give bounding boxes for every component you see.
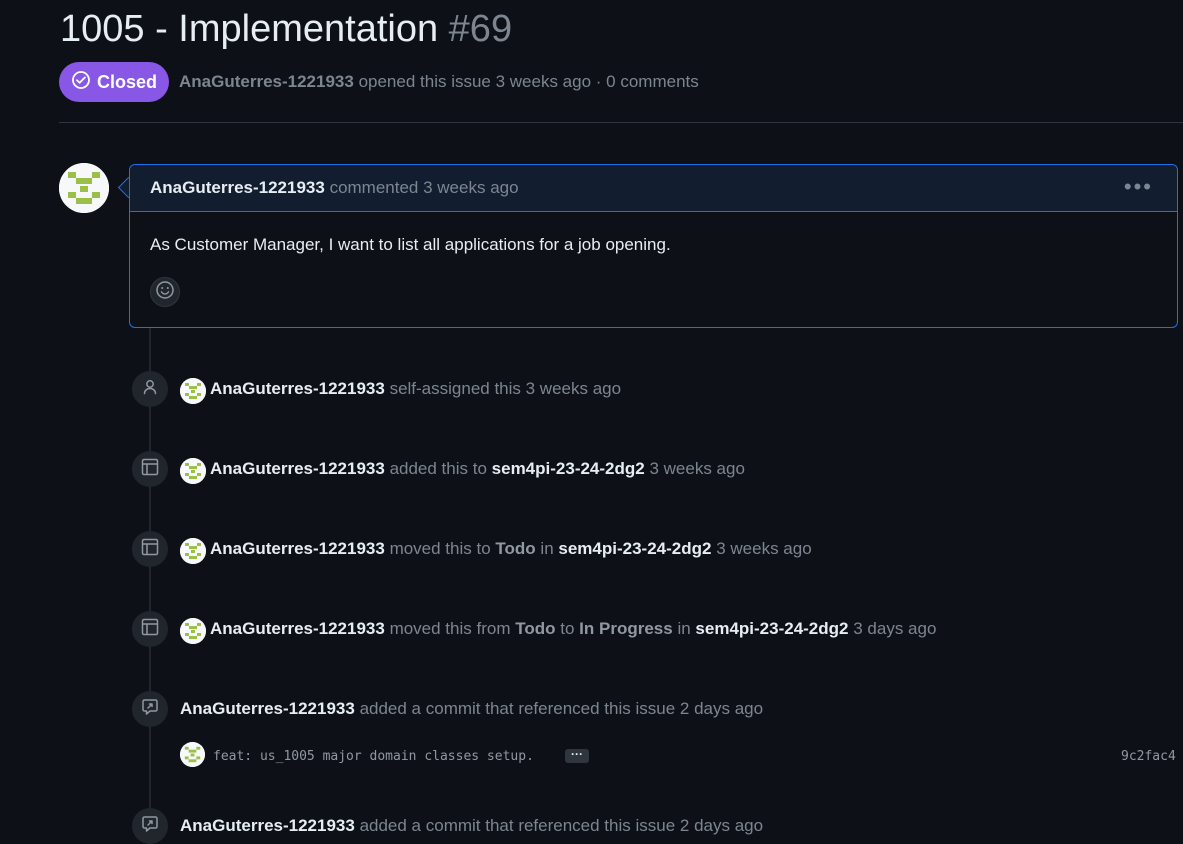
event-user-link[interactable]: AnaGuterres-1221933 [210, 539, 385, 558]
event-time[interactable]: 3 weeks ago [649, 459, 744, 478]
timeline-event-added-to-project: AnaGuterres-1221933 added this to sem4pi… [210, 459, 745, 479]
column-name-to: In Progress [579, 619, 673, 638]
event-user-link[interactable]: AnaGuterres-1221933 [180, 699, 355, 718]
event-user-link[interactable]: AnaGuterres-1221933 [210, 459, 385, 478]
timeline-event-commit-referenced: AnaGuterres-1221933 added a commit that … [180, 816, 763, 836]
header-divider [59, 122, 1183, 123]
comment-author-link[interactable]: AnaGuterres-1221933 [150, 178, 325, 197]
add-reaction-button[interactable] [150, 277, 180, 307]
commit-sha-link[interactable]: 9c2fac4 [1121, 749, 1176, 764]
cross-reference-icon [141, 815, 159, 838]
event-avatar[interactable] [180, 538, 206, 564]
project-table-icon [141, 618, 159, 641]
event-avatar[interactable] [180, 458, 206, 484]
issue-author-link[interactable]: AnaGuterres-1221933 [179, 72, 354, 91]
comment-action[interactable]: commented 3 weeks ago [330, 178, 519, 197]
event-text: self-assigned this 3 weeks ago [389, 379, 622, 398]
timeline-event-moved-to-in-progress: AnaGuterres-1221933 moved this from Todo… [210, 619, 936, 639]
timeline-badge [132, 691, 168, 727]
timeline-badge [132, 531, 168, 567]
event-time[interactable]: 3 weeks ago [716, 539, 811, 558]
project-table-icon [141, 458, 159, 481]
event-time[interactable]: 3 days ago [853, 619, 936, 638]
event-text-in: in [540, 539, 554, 558]
issue-meta-text: opened this issue 3 weeks ago · 0 commen… [358, 72, 699, 91]
cross-reference-icon [141, 698, 159, 721]
event-text: moved this from [389, 619, 511, 638]
issue-meta: AnaGuterres-1221933 opened this issue 3 … [179, 72, 699, 92]
project-link[interactable]: sem4pi-23-24-2dg2 [558, 539, 711, 558]
comment-author-avatar[interactable] [59, 163, 109, 213]
timeline-badge [132, 808, 168, 844]
commit-message[interactable]: feat: us_1005 major domain classes setup… [213, 749, 534, 764]
column-name: Todo [495, 539, 536, 558]
issue-state-label: Closed [96, 71, 157, 92]
comment-header: AnaGuterres-1221933 commented 3 weeks ag… [130, 165, 1177, 212]
issue-title: 1005 - Implementation #69 [60, 6, 512, 52]
issue-state-badge: Closed [59, 62, 169, 102]
column-name-from: Todo [515, 619, 556, 638]
comment-author-line: AnaGuterres-1221933 commented 3 weeks ag… [150, 178, 519, 198]
timeline-badge [132, 611, 168, 647]
comment-options-button[interactable]: ••• [1124, 176, 1153, 198]
timeline-event-commit-referenced: AnaGuterres-1221933 added a commit that … [180, 699, 763, 719]
event-user-link[interactable]: AnaGuterres-1221933 [180, 816, 355, 835]
project-table-icon [141, 538, 159, 561]
comment-box: AnaGuterres-1221933 commented 3 weeks ag… [129, 164, 1178, 328]
person-icon [141, 378, 159, 401]
event-text: added a commit that referenced this issu… [359, 816, 764, 835]
event-avatar[interactable] [180, 378, 206, 404]
timeline-event-moved-to-todo: AnaGuterres-1221933 moved this to Todo i… [210, 539, 812, 559]
commit-author-avatar[interactable] [180, 742, 205, 767]
comment-body: As Customer Manager, I want to list all … [150, 235, 671, 254]
timeline-badge [132, 451, 168, 487]
event-text-in: in [677, 619, 691, 638]
event-text: added a commit that referenced this issu… [359, 699, 764, 718]
timeline-event-self-assigned: AnaGuterres-1221933 self-assigned this 3… [210, 379, 621, 399]
event-avatar[interactable] [180, 618, 206, 644]
check-circle-icon [71, 70, 91, 95]
issue-title-text: 1005 - Implementation [60, 8, 439, 50]
event-text-to: to [560, 619, 575, 638]
event-user-link[interactable]: AnaGuterres-1221933 [210, 379, 385, 398]
event-user-link[interactable]: AnaGuterres-1221933 [210, 619, 385, 638]
event-text: moved this to [389, 539, 491, 558]
project-link[interactable]: sem4pi-23-24-2dg2 [695, 619, 848, 638]
issue-number: #69 [448, 8, 513, 50]
smiley-icon [155, 280, 175, 305]
event-text: added this to [389, 459, 487, 478]
commit-expand-button[interactable]: ··· [565, 748, 589, 763]
timeline-badge [132, 371, 168, 407]
project-link[interactable]: sem4pi-23-24-2dg2 [492, 459, 645, 478]
